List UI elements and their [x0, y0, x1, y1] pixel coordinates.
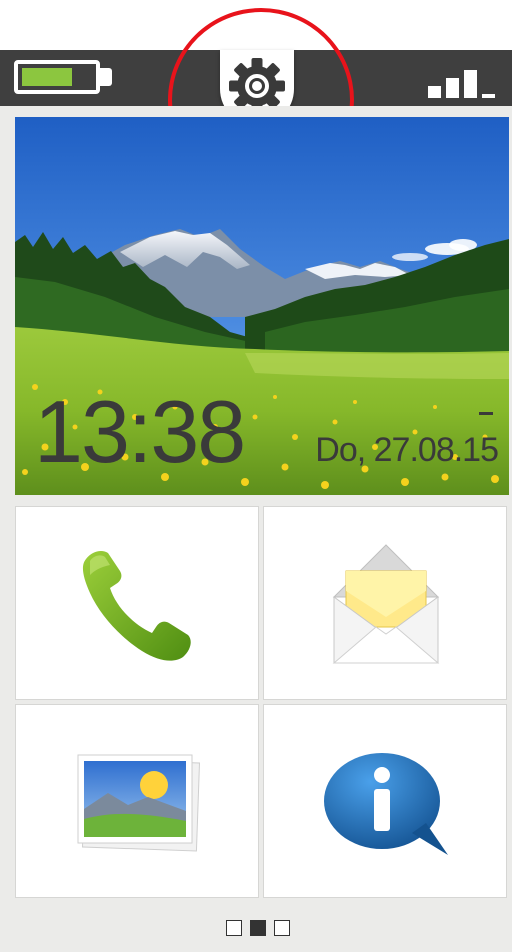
signal-bar — [446, 78, 459, 98]
page-dot[interactable] — [250, 920, 266, 936]
signal-strength-icon — [428, 62, 510, 98]
gallery-tile[interactable] — [15, 704, 259, 898]
page-dot[interactable] — [274, 920, 290, 936]
clock-dash — [479, 412, 493, 415]
signal-bar — [482, 94, 495, 98]
battery-icon — [14, 60, 100, 94]
photo-icon — [77, 754, 201, 852]
clock-time: 13:38 — [34, 382, 246, 481]
clock-date: Do, 27.08.15 — [315, 431, 499, 469]
phone-tile[interactable] — [15, 506, 259, 700]
messages-tile[interactable] — [263, 506, 507, 700]
page-dot[interactable] — [226, 920, 242, 936]
battery-level — [22, 68, 72, 86]
battery-cap — [100, 68, 112, 86]
signal-bar — [428, 86, 441, 98]
info-bubble-icon — [324, 753, 448, 855]
page-indicator — [226, 920, 298, 940]
phone-handset-icon — [82, 551, 191, 661]
info-tile[interactable] — [263, 704, 507, 898]
signal-bar — [464, 70, 477, 98]
envelope-icon — [332, 544, 440, 664]
